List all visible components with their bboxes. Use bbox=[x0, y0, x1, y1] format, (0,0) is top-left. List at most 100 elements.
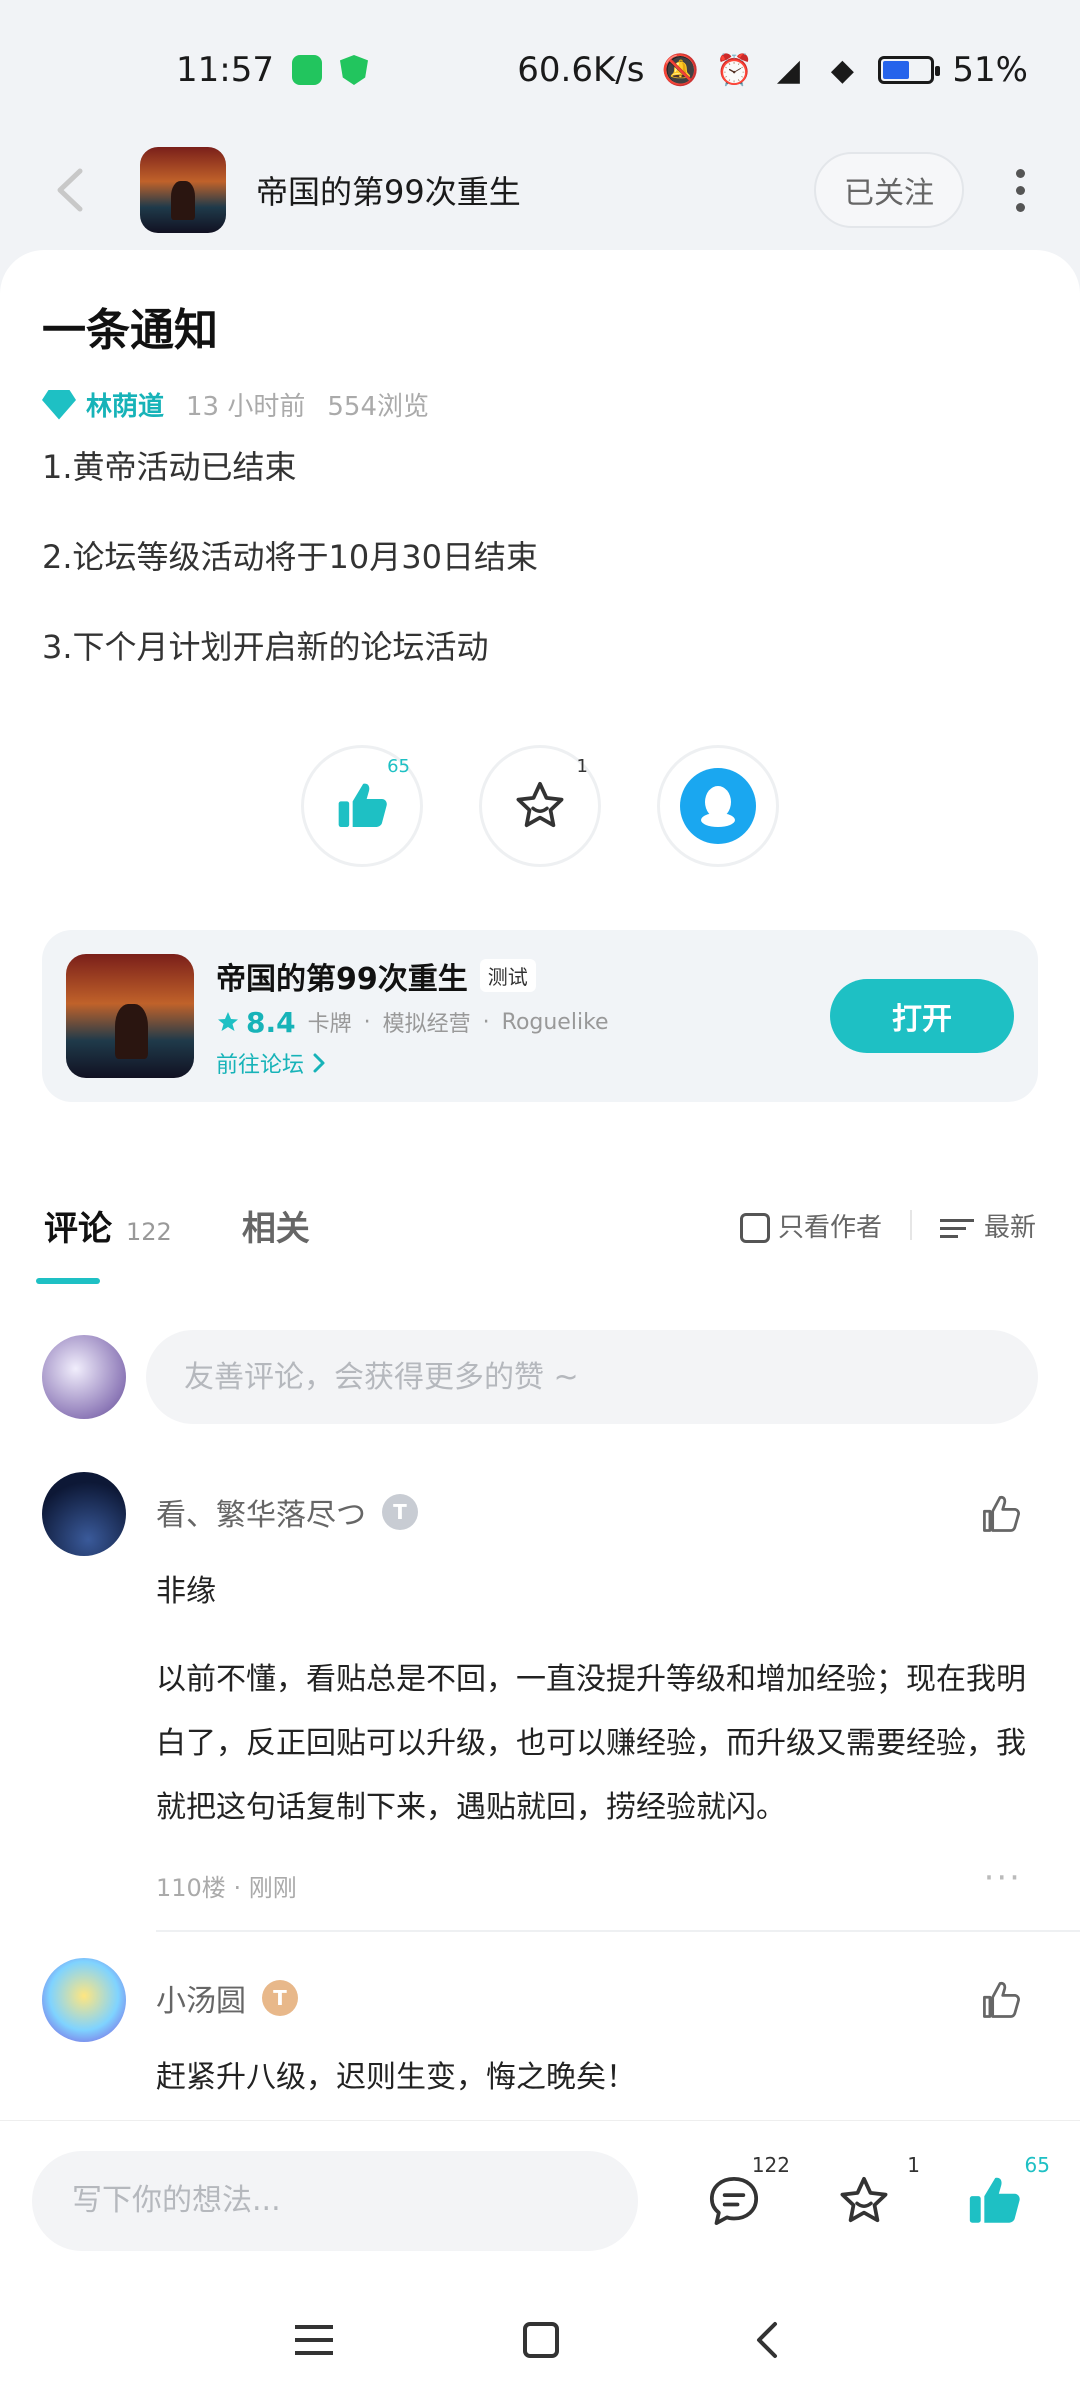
level-badge-icon: T bbox=[382, 1494, 418, 1530]
avatar[interactable] bbox=[42, 1472, 126, 1556]
game-info: 帝国的第99次重生 测试 8.4 卡牌 · 模拟经营 · Roguelike 前… bbox=[216, 954, 609, 1079]
battery-icon bbox=[878, 56, 941, 84]
comment-item: 看、繁华落尽つ T 非缘 以前不懂，看贴总是不回，一直没提升等级和增加经验；现在… bbox=[42, 1472, 1038, 1982]
forum-link[interactable]: 前往论坛 bbox=[216, 1047, 609, 1079]
sort-icon bbox=[939, 1218, 974, 1238]
battery-percent: 51% bbox=[952, 50, 1028, 90]
reply-input[interactable] bbox=[32, 2150, 638, 2251]
commenter-name[interactable]: 小汤圆 bbox=[156, 1976, 246, 2020]
favorite-count: 1 bbox=[576, 756, 588, 777]
post-line: 3.下个月计划开启新的论坛活动 bbox=[42, 628, 489, 666]
mute-icon: 🔕 bbox=[661, 52, 700, 88]
bottom-favorite-count: 1 bbox=[907, 2152, 920, 2177]
comment-tabs: 评论 122 相关 只看作者 最新 bbox=[0, 1160, 1080, 1290]
thumb-up-outline-icon[interactable] bbox=[978, 1492, 1022, 1536]
comment-time: 刚刚 bbox=[248, 1874, 297, 1902]
checkbox-icon bbox=[739, 1213, 770, 1243]
comment-text: 非缘 以前不懂，看贴总是不回，一直没提升等级和增加经验；现在我明白了，反正回贴可… bbox=[156, 1574, 1026, 1825]
sort-button[interactable]: 最新 bbox=[939, 1207, 1036, 1244]
alarm-icon: ⏰ bbox=[715, 52, 754, 88]
post-time: 13 小时前 bbox=[186, 392, 306, 422]
more-options-button[interactable]: ··· bbox=[984, 1858, 1022, 1898]
bottom-like-button[interactable]: 65 bbox=[964, 2153, 1050, 2231]
genre-tag: 模拟经营 bbox=[382, 1012, 471, 1037]
post-body: 1.黄帝活动已结束 2.论坛等级活动将于10月30日结束 3.下个月计划开启新的… bbox=[42, 451, 1038, 663]
genre-tag: 卡牌 bbox=[307, 1012, 352, 1037]
commenter-name[interactable]: 看、繁华落尽つ bbox=[156, 1490, 366, 1534]
star-filled-icon bbox=[218, 1012, 238, 1031]
comment-filters: 只看作者 最新 bbox=[739, 1207, 1036, 1244]
qq-icon bbox=[680, 768, 756, 844]
menu-icon[interactable] bbox=[295, 2325, 333, 2355]
game-card[interactable]: 帝国的第99次重生 测试 8.4 卡牌 · 模拟经营 · Roguelike 前… bbox=[42, 930, 1038, 1102]
level-badge-icon: T bbox=[262, 1980, 298, 2016]
chevron-right-icon bbox=[313, 1053, 325, 1072]
signal-icon: ◢ bbox=[776, 52, 800, 88]
comment-text: 赶紧升八级，迟则生变，悔之晚矣！ bbox=[156, 2060, 636, 2095]
bottom-like-count: 65 bbox=[1024, 2152, 1050, 2177]
security-shield-icon bbox=[339, 55, 368, 85]
forum-title[interactable]: 帝国的第99次重生 bbox=[256, 167, 521, 213]
status-left: 11:57 bbox=[176, 50, 368, 90]
tab-comments[interactable]: 评论 122 bbox=[44, 1201, 172, 1250]
back-button[interactable] bbox=[40, 160, 100, 220]
game-thumbnail[interactable] bbox=[140, 147, 226, 233]
like-count: 65 bbox=[387, 756, 410, 777]
bottom-favorite-button[interactable]: 1 bbox=[834, 2153, 920, 2231]
divider bbox=[156, 1930, 1080, 1932]
author-only-filter[interactable]: 只看作者 bbox=[739, 1207, 882, 1244]
author-name[interactable]: 林荫道 bbox=[86, 386, 164, 423]
bottom-comment-count: 122 bbox=[751, 2152, 790, 2177]
follow-button[interactable]: 已关注 bbox=[814, 152, 964, 228]
avatar bbox=[42, 1335, 126, 1419]
post-line: 2.论坛等级活动将于10月30日结束 bbox=[42, 538, 538, 576]
system-nav-bar bbox=[0, 2280, 1080, 2400]
bottom-action-bar: 122 1 65 bbox=[0, 2120, 1080, 2280]
comment-input-row bbox=[42, 1330, 1038, 1424]
wechat-icon bbox=[291, 55, 322, 85]
back-nav-icon[interactable] bbox=[749, 2316, 785, 2364]
thumb-up-icon bbox=[338, 783, 387, 827]
chevron-left-icon bbox=[57, 168, 83, 212]
game-name-row: 帝国的第99次重生 测试 bbox=[216, 954, 609, 998]
comment-floor: 110楼 bbox=[156, 1874, 226, 1902]
post-views: 554浏览 bbox=[327, 392, 430, 422]
test-tag: 测试 bbox=[479, 959, 536, 992]
comment-input[interactable] bbox=[146, 1330, 1038, 1424]
comment-bubble-icon bbox=[709, 2176, 759, 2225]
game-card-thumbnail bbox=[66, 954, 194, 1078]
game-name: 帝国的第99次重生 bbox=[216, 961, 468, 997]
post-actions: 65 1 bbox=[0, 745, 1080, 867]
status-time: 11:57 bbox=[176, 50, 274, 90]
comment-count: 122 bbox=[126, 1217, 172, 1246]
more-menu-button[interactable] bbox=[1000, 168, 1040, 212]
comments-button[interactable]: 122 bbox=[704, 2153, 790, 2231]
tab-related[interactable]: 相关 bbox=[242, 1201, 310, 1250]
comment-header: 小汤圆 T bbox=[156, 1976, 298, 2020]
avatar[interactable] bbox=[42, 1958, 126, 2042]
status-bar: 11:57 60.6K/s 🔕 ⏰ ◢ ◆ 51% bbox=[0, 0, 1080, 140]
share-qq-button[interactable] bbox=[657, 745, 779, 867]
status-right: 60.6K/s 🔕 ⏰ ◢ ◆ 51% bbox=[517, 50, 1028, 90]
star-icon bbox=[840, 2176, 888, 2222]
comment-header: 看、繁华落尽つ T bbox=[156, 1490, 418, 1534]
bottom-actions: 122 1 65 bbox=[704, 2153, 1050, 2231]
active-tab-indicator bbox=[36, 1278, 100, 1284]
comment-footer: 110楼 · 刚刚 bbox=[156, 1874, 297, 1902]
post-line: 1.黄帝活动已结束 bbox=[42, 448, 297, 486]
comments-section: 评论 122 相关 只看作者 最新 看、繁华落尽つ T 非缘 以前不懂，看贴总是… bbox=[0, 1160, 1080, 2120]
home-icon[interactable] bbox=[523, 2322, 559, 2358]
wifi-icon: ◆ bbox=[830, 52, 854, 88]
post-title: 一条通知 bbox=[42, 305, 218, 356]
like-button[interactable]: 65 bbox=[301, 745, 423, 867]
favorite-button[interactable]: 1 bbox=[479, 745, 601, 867]
game-sub: 8.4 卡牌 · 模拟经营 · Roguelike bbox=[216, 1006, 609, 1039]
game-rating: 8.4 bbox=[216, 1006, 296, 1039]
open-game-button[interactable]: 打开 bbox=[830, 979, 1014, 1053]
diamond-badge-icon bbox=[42, 389, 76, 420]
thumb-up-icon bbox=[969, 2177, 1020, 2223]
comment-item: 小汤圆 T 赶紧升八级，迟则生变，悔之晚矣！ bbox=[42, 1958, 1038, 2118]
post-meta: 林荫道 13 小时前 554浏览 bbox=[42, 386, 1038, 423]
network-speed: 60.6K/s bbox=[517, 50, 645, 90]
thumb-up-outline-icon[interactable] bbox=[978, 1978, 1022, 2022]
